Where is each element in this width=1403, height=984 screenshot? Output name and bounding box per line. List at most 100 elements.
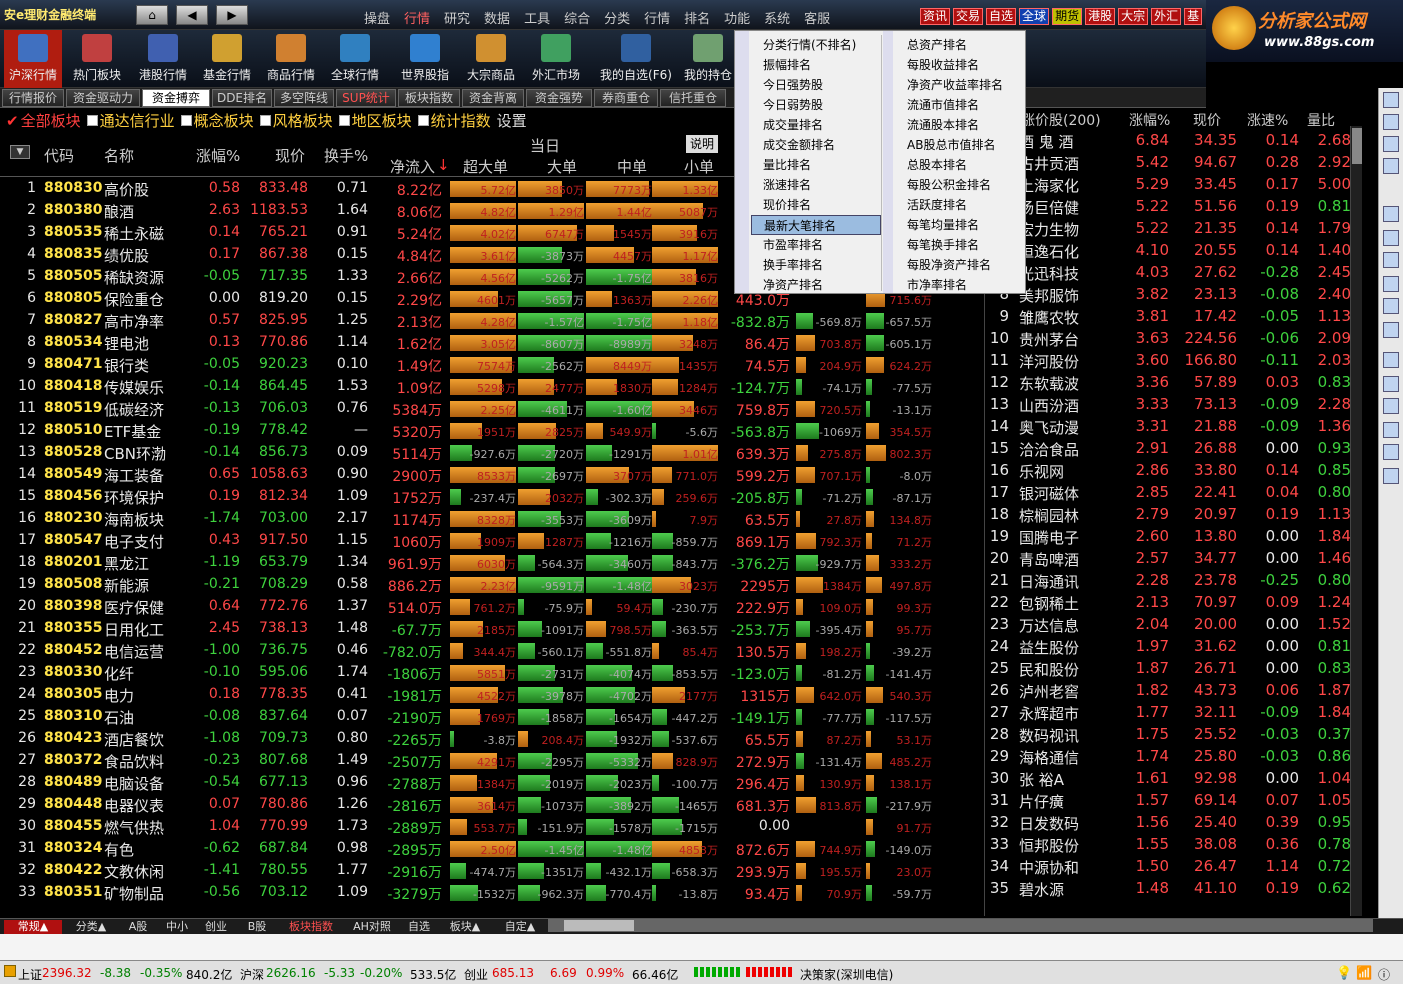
bag-icon[interactable] [1383, 298, 1399, 314]
gainer-row[interactable]: 20 青岛啤酒 2.57 34.77 0.00 1.46 [985, 548, 1351, 570]
table-row[interactable]: 14 880549 海工装备 0.65 1058.63 0.90 2900万 8533万 -26… [0, 464, 980, 486]
export-icon[interactable] [1383, 444, 1399, 460]
gainer-row[interactable]: 16 乐视网 2.86 33.80 0.14 0.85 [985, 460, 1351, 482]
tab[interactable]: 行情报价 [2, 89, 64, 107]
rcol-name[interactable]: 涨价股(200) [1021, 110, 1101, 130]
table-row[interactable]: 27 880372 食品饮料 -0.23 807.68 1.49 -2507万 4291万 -2… [0, 750, 980, 772]
filter-option[interactable]: 通达信行业 [86, 110, 175, 131]
bottom-tab[interactable]: 板块▲ [440, 920, 490, 934]
edit-icon[interactable] [1383, 468, 1399, 484]
gainer-row[interactable]: 4扬巨倍健5.2251.560.190.81 [985, 196, 1351, 218]
ranking-menu-item[interactable]: 今日强势股 [751, 75, 881, 95]
col-price[interactable]: 现价 [275, 145, 305, 166]
folder-icon[interactable] [1383, 352, 1399, 368]
table-row[interactable]: 26 880423 酒店餐饮 -1.08 709.73 0.80 -2265万 -3.8万 20… [0, 728, 980, 750]
toolbar-button[interactable]: 全球行情 [324, 30, 386, 88]
menu-item[interactable]: 分类 [604, 8, 630, 27]
col-small[interactable]: 小单 [684, 156, 714, 177]
toolbar-button[interactable]: 商品行情 [260, 30, 322, 88]
menu-item[interactable]: 综合 [564, 8, 590, 27]
tab[interactable]: 板块指数 [398, 89, 460, 107]
ranking-menu-item[interactable]: 现价排名 [751, 195, 881, 215]
tab[interactable]: 资金搏弈 [142, 89, 210, 107]
gainer-row[interactable]: 32 日发数码 1.56 25.40 0.39 0.95 [985, 812, 1351, 834]
gainer-row[interactable]: 24 益生股份 1.97 31.62 0.00 0.81 [985, 636, 1351, 658]
ranking-menu-item[interactable]: 成交金额排名 [751, 135, 881, 155]
forward-icon[interactable]: ▶ [216, 5, 248, 25]
etf-icon[interactable] [1383, 422, 1399, 438]
menu-item[interactable]: 工具 [524, 8, 550, 27]
col-pct[interactable]: 涨幅% [196, 145, 240, 166]
checkbox-icon[interactable] [259, 114, 271, 126]
quick-button[interactable]: 全球 [1019, 8, 1050, 25]
list-icon[interactable] [1383, 114, 1399, 130]
bottom-tab[interactable]: A股 [120, 920, 156, 934]
quick-button[interactable]: 外汇 [1151, 8, 1182, 25]
kline-icon[interactable] [1383, 158, 1399, 174]
table-row[interactable]: 19 880508 新能源 -0.21 708.29 0.58 886.2万 2.23亿 -95… [0, 574, 980, 596]
doc-icon[interactable] [1383, 230, 1399, 246]
gainer-row[interactable]: 19 国腾电子 2.60 13.80 0.00 1.84 [985, 526, 1351, 548]
horizontal-scrollbar[interactable] [548, 919, 1373, 932]
ranking-menu-item[interactable]: 市净率排名 [895, 275, 1025, 295]
toolbar-button[interactable]: 世界股指 [394, 30, 456, 88]
gainer-row[interactable]: 18 棕榈园林 2.79 20.97 0.19 1.13 [985, 504, 1351, 526]
col-code[interactable]: 代码 [44, 145, 74, 166]
gainer-row[interactable]: 15 洽洽食品 2.91 26.88 0.00 0.93 [985, 438, 1351, 460]
home-icon[interactable]: ⌂ [136, 5, 168, 25]
quick-button[interactable]: 资讯 [920, 8, 951, 25]
filter-option[interactable]: 风格板块 [259, 110, 333, 131]
table-row[interactable]: 21 880355 日用化工 2.45 738.13 1.48 -67.7万 2185万 -10… [0, 618, 980, 640]
ranking-menu-item[interactable]: 总股本排名 [895, 155, 1025, 175]
table-row[interactable]: 9 880471 银行类 -0.05 920.23 0.10 1.49亿 7574万 -2562… [0, 354, 980, 376]
gainer-row[interactable]: 23 万达信息 2.04 20.00 0.00 1.52 [985, 614, 1351, 636]
quick-button[interactable]: 交易 [953, 8, 984, 25]
filter-option[interactable]: 概念板块 [180, 110, 254, 131]
ranking-menu-item[interactable]: 市盈率排名 [751, 235, 881, 255]
table-row[interactable]: 30 880455 燃气供热 1.04 770.99 1.73 -2889万 553.7万 -1… [0, 816, 980, 838]
table-row[interactable]: 31 880324 有色 -0.62 687.84 0.98 -2895万 2.50亿 -1.4… [0, 838, 980, 860]
ranking-menu-item[interactable]: 每笔均量排名 [895, 215, 1025, 235]
explain-button[interactable]: 说明 [686, 135, 718, 153]
checkbox-icon[interactable] [86, 114, 98, 126]
gainer-row[interactable]: 33 恒邦股份 1.55 38.08 0.36 0.78 [985, 834, 1351, 856]
quick-button[interactable]: 期货 [1052, 8, 1083, 25]
gainer-row[interactable]: 29 海格通信 1.74 25.80 -0.03 0.86 [985, 746, 1351, 768]
bottom-tab[interactable]: 板块指数 [280, 920, 342, 934]
menu-item[interactable]: 功能 [724, 8, 750, 27]
table-row[interactable]: 23 880330 化纤 -0.10 595.06 1.74 -1806万 5851万 -273… [0, 662, 980, 684]
ranking-menu-item[interactable]: 净资产收益率排名 [895, 75, 1025, 95]
table-row[interactable]: 18 880201 黑龙江 -1.19 653.79 1.34 961.9万 6030万 -56… [0, 552, 980, 574]
table-row[interactable]: 11 880519 低碳经济 -0.13 706.03 0.76 5384万 2.25亿 -46… [0, 398, 980, 420]
ranking-menu-item[interactable]: 今日弱势股 [751, 95, 881, 115]
toolbar-button[interactable]: 热门板块 [64, 30, 130, 88]
rcol-speed[interactable]: 涨速% [1247, 110, 1288, 130]
menu-item[interactable]: 行情 [644, 8, 670, 27]
dice-icon[interactable] [1383, 398, 1399, 414]
bottom-tab[interactable]: 自定▲ [494, 920, 546, 934]
toolbar-button[interactable]: 港股行情 [132, 30, 194, 88]
gainer-row[interactable]: 9 雏鹰农牧 3.81 17.42 -0.05 1.13 [985, 306, 1351, 328]
fiz-icon[interactable] [1383, 276, 1399, 292]
gainer-row[interactable]: 8 美邦服饰 3.82 23.13 -0.08 2.40 [985, 284, 1351, 306]
ranking-menu-item[interactable]: 量比排名 [751, 155, 881, 175]
tab[interactable]: 资金强势 [526, 89, 592, 107]
rcol-price[interactable]: 现价 [1193, 110, 1221, 130]
toolbar-button[interactable]: 沪深行情 [4, 30, 62, 88]
ranking-menu-item[interactable]: 换手率排名 [751, 255, 881, 275]
table-row[interactable]: 12 880510 ETF基金 -0.19 778.42 — 5320万 1951万 2825万… [0, 420, 980, 442]
checkbox-icon[interactable] [338, 114, 350, 126]
filter-option[interactable]: 地区板块 [338, 110, 412, 131]
ranking-menu-item[interactable]: 振幅排名 [751, 55, 881, 75]
quick-button[interactable]: 大宗 [1118, 8, 1149, 25]
col-net[interactable]: 净流入 [390, 156, 435, 177]
menu-item[interactable]: 行情 [404, 8, 430, 27]
table-row[interactable]: 17 880547 电子支付 0.43 917.50 1.15 1060万 1909万 1287… [0, 530, 980, 552]
table-row[interactable]: 29 880448 电器仪表 0.07 780.86 1.26 -2816万 3614万 -10… [0, 794, 980, 816]
col-turnover[interactable]: 换手% [324, 145, 368, 166]
gainer-row[interactable]: 17 银河磁体 2.85 22.41 0.04 0.80 [985, 482, 1351, 504]
gainer-row[interactable]: 31 片仔癀 1.57 69.14 0.07 1.05 [985, 790, 1351, 812]
tab[interactable]: 多空阵线 [274, 89, 334, 107]
grid-icon[interactable] [1383, 92, 1399, 108]
bottom-tab[interactable]: 中小 [160, 920, 194, 934]
